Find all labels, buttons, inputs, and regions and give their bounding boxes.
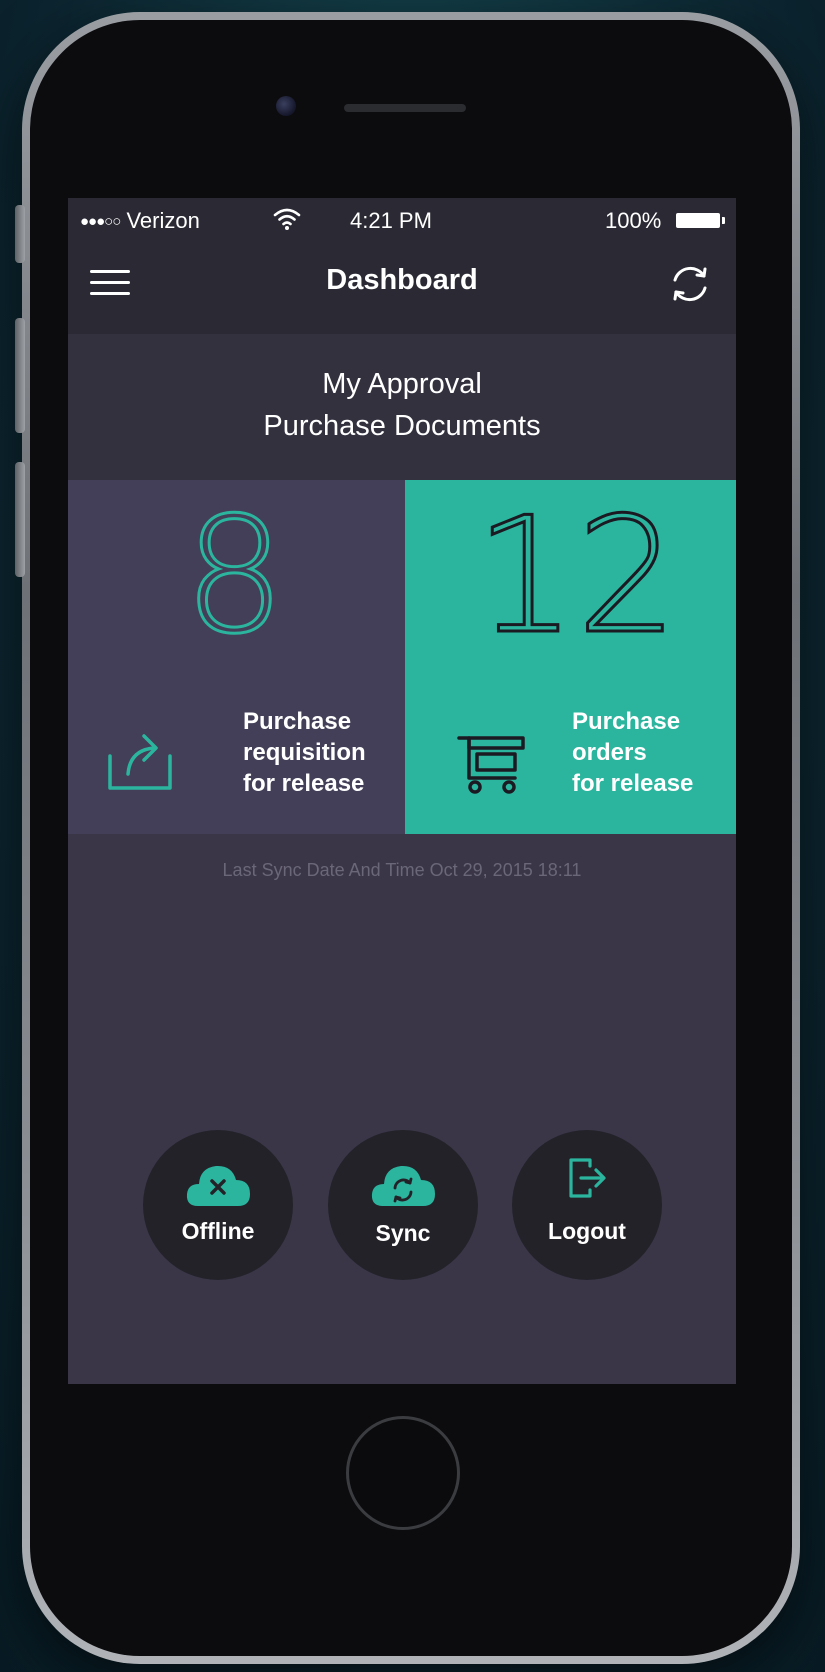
carrier-name: Verizon bbox=[126, 208, 200, 233]
cloud-sync-icon bbox=[371, 1165, 435, 1206]
volume-down-button bbox=[15, 462, 25, 577]
carrier-info: ●●●○○ Verizon bbox=[80, 208, 200, 234]
orders-count: 12 bbox=[473, 482, 680, 669]
status-bar: ●●●○○ Verizon 4:21 PM 100% bbox=[68, 198, 736, 240]
requisition-label: Purchase requisition for release bbox=[243, 708, 366, 797]
app-screen: ●●●○○ Verizon 4:21 PM 100% Dashboard My … bbox=[68, 198, 736, 1384]
volume-up-button bbox=[15, 318, 25, 433]
requisition-count: 8 bbox=[182, 482, 287, 669]
mute-switch bbox=[15, 205, 25, 263]
share-icon bbox=[108, 734, 172, 790]
status-time: 4:21 PM bbox=[350, 208, 432, 233]
page-title: Dashboard bbox=[326, 264, 478, 296]
earpiece-speaker bbox=[344, 104, 466, 112]
tile-purchase-requisitions[interactable]: 8 Purchase requisition for release bbox=[68, 480, 405, 834]
logout-button[interactable]: Logout bbox=[512, 1130, 662, 1280]
section-header: My Approval Purchase Documents bbox=[68, 334, 736, 480]
offline-button[interactable]: Offline bbox=[143, 1130, 293, 1280]
logout-label: Logout bbox=[548, 1218, 626, 1244]
battery-icon bbox=[676, 213, 725, 228]
last-sync-text: Last Sync Date And Time Oct 29, 2015 18:… bbox=[222, 860, 582, 880]
sync-label: Sync bbox=[375, 1220, 431, 1246]
nav-bar: Dashboard bbox=[68, 240, 736, 334]
wifi-icon bbox=[273, 208, 301, 230]
signal-strength-icon: ●●●○○ bbox=[80, 213, 121, 230]
sync-button[interactable]: Sync bbox=[328, 1130, 478, 1280]
refresh-icon[interactable] bbox=[666, 260, 714, 308]
offline-label: Offline bbox=[181, 1218, 255, 1244]
shopping-cart-icon bbox=[457, 736, 525, 794]
section-title-line2: Purchase Documents bbox=[263, 410, 541, 442]
logout-icon bbox=[569, 1158, 606, 1198]
orders-label: Purchase orders for release bbox=[572, 708, 694, 797]
section-title-line1: My Approval bbox=[322, 368, 482, 400]
front-camera bbox=[276, 96, 296, 116]
battery-percent: 100% bbox=[605, 208, 662, 233]
home-button[interactable] bbox=[346, 1416, 460, 1530]
tile-purchase-orders[interactable]: 12 Purchase orders for release bbox=[405, 480, 736, 834]
cloud-offline-icon bbox=[186, 1165, 250, 1206]
